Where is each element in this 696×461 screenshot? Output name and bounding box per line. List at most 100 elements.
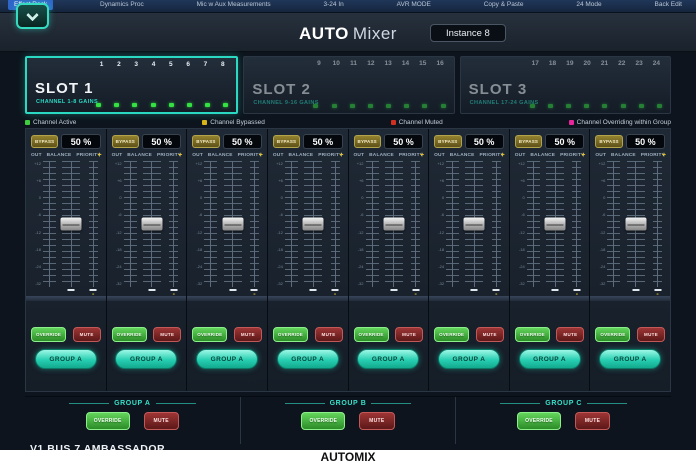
override-button[interactable]: OVERRIDE	[515, 327, 550, 342]
mute-button[interactable]: MUTE	[395, 327, 423, 342]
override-button[interactable]: OVERRIDE	[354, 327, 389, 342]
priority-fader[interactable]: + -	[248, 161, 261, 287]
fader-handle[interactable]	[61, 218, 82, 231]
scale-label: -6	[274, 213, 283, 217]
slot-panel[interactable]: SLOT 2 CHANNEL 9-16 GAINS 91011121314151…	[243, 56, 454, 114]
fader-handle[interactable]	[545, 218, 566, 231]
mute-button[interactable]: MUTE	[315, 327, 343, 342]
group-override-button[interactable]: OVERRIDE	[301, 412, 345, 430]
meter-scale: +12+60-6-12-18-24-32	[193, 161, 202, 287]
balance-fader[interactable]	[223, 161, 243, 287]
mute-button[interactable]: MUTE	[234, 327, 262, 342]
priority-minus: -	[253, 291, 255, 298]
balance-fader[interactable]	[626, 161, 646, 287]
scale-label: 0	[274, 196, 283, 200]
override-button[interactable]: OVERRIDE	[434, 327, 469, 342]
balance-fader[interactable]	[545, 161, 565, 287]
top-menu-item[interactable]: AVR MODE	[391, 0, 437, 10]
bypass-button[interactable]: BYPASS	[112, 135, 139, 148]
scale-label: -12	[516, 231, 525, 235]
balance-fader[interactable]	[142, 161, 162, 287]
top-menu-item[interactable]: Dynamics Proc	[94, 0, 150, 10]
override-button[interactable]: OVERRIDE	[273, 327, 308, 342]
override-button[interactable]: OVERRIDE	[595, 327, 630, 342]
scale-label: +6	[193, 179, 202, 183]
footer-left-text: V1 BUS 7 AMBASSADOR	[30, 443, 165, 450]
group-assign-button[interactable]: GROUP A	[196, 349, 258, 369]
balance-fader[interactable]	[384, 161, 404, 287]
mute-button[interactable]: MUTE	[637, 327, 665, 342]
fader-handle[interactable]	[141, 218, 162, 231]
group-mute-button[interactable]: MUTE	[144, 412, 179, 430]
group-section: GROUP B OVERRIDE MUTE	[240, 397, 456, 444]
collapse-button[interactable]	[16, 3, 49, 29]
priority-fader[interactable]: + -	[409, 161, 422, 287]
mute-button[interactable]: MUTE	[153, 327, 181, 342]
override-button[interactable]: OVERRIDE	[31, 327, 66, 342]
fader-handle[interactable]	[222, 218, 243, 231]
override-button[interactable]: OVERRIDE	[112, 327, 147, 342]
fader-handle[interactable]	[303, 218, 324, 231]
override-button[interactable]: OVERRIDE	[192, 327, 227, 342]
group-mute-button[interactable]: MUTE	[575, 412, 610, 430]
group-header: GROUP A	[25, 400, 240, 407]
group-assign-button[interactable]: GROUP A	[519, 349, 581, 369]
column-labels: OUT BALANCE PRIORITY	[515, 153, 585, 158]
priority-fader[interactable]: + -	[570, 161, 583, 287]
bypass-button[interactable]: BYPASS	[273, 135, 300, 148]
out-label: OUT	[31, 153, 42, 158]
balance-fader[interactable]	[303, 161, 323, 287]
group-assign-button[interactable]: GROUP A	[357, 349, 419, 369]
column-labels: OUT BALANCE PRIORITY	[273, 153, 343, 158]
balance-fader[interactable]	[464, 161, 484, 287]
slot-panel[interactable]: SLOT 3 CHANNEL 17-24 GAINS 1718192021222…	[460, 56, 671, 114]
channel-active-led	[350, 104, 355, 108]
group-assign-button[interactable]: GROUP A	[115, 349, 177, 369]
channel-active-led	[169, 103, 174, 107]
fader-handle[interactable]	[464, 218, 485, 231]
mute-button[interactable]: MUTE	[476, 327, 504, 342]
priority-fader[interactable]: + -	[329, 161, 342, 287]
channel-number: 12	[365, 60, 376, 67]
mute-button[interactable]: MUTE	[73, 327, 101, 342]
instance-button[interactable]: Instance 8	[430, 24, 506, 42]
priority-fader[interactable]: + -	[651, 161, 664, 287]
group-name: GROUP C	[545, 400, 582, 407]
top-menu-item[interactable]: 24 Mode	[570, 0, 607, 10]
mute-button[interactable]: MUTE	[556, 327, 584, 342]
group-override-button[interactable]: OVERRIDE	[517, 412, 561, 430]
bypass-button[interactable]: BYPASS	[354, 135, 381, 148]
channel-strip: BYPASS 50 % OUT BALANCE PRIORITY +12+60-…	[349, 129, 429, 391]
slot-panel[interactable]: SLOT 1 CHANNEL 1-8 GAINS 12345678	[25, 56, 238, 114]
balance-label: BALANCE	[127, 153, 152, 158]
fader-handle[interactable]	[383, 218, 404, 231]
priority-fader[interactable]: + -	[490, 161, 503, 287]
group-mute-button[interactable]: MUTE	[359, 412, 394, 430]
meter-track	[366, 161, 379, 287]
scale-label: -18	[113, 248, 122, 252]
top-menu-item[interactable]: Back Edit	[649, 0, 688, 10]
priority-plus: +	[501, 152, 505, 159]
strip-header: BYPASS 50 %	[31, 133, 101, 150]
bypass-button[interactable]: BYPASS	[192, 135, 219, 148]
bypass-button[interactable]: BYPASS	[434, 135, 461, 148]
group-assign-button[interactable]: GROUP A	[599, 349, 661, 369]
top-menu-item[interactable]: Mic w Aux Measurements	[191, 0, 277, 10]
fader-handle[interactable]	[625, 218, 646, 231]
priority-fader[interactable]: + -	[87, 161, 100, 287]
scale-label: +12	[435, 162, 444, 166]
group-assign-button[interactable]: GROUP A	[438, 349, 500, 369]
group-override-button[interactable]: OVERRIDE	[86, 412, 130, 430]
top-menu-item[interactable]: Copy & Paste	[478, 0, 530, 10]
group-assign-button[interactable]: GROUP A	[277, 349, 339, 369]
fader-area: +12+60-6-12-18-24-32 + -	[434, 161, 504, 287]
bypass-button[interactable]: BYPASS	[31, 135, 58, 148]
group-assign-button[interactable]: GROUP A	[35, 349, 97, 369]
scale-label: -32	[596, 282, 605, 286]
balance-fader[interactable]	[61, 161, 81, 287]
channel-active-led	[422, 104, 427, 108]
priority-fader[interactable]: + -	[167, 161, 180, 287]
bypass-button[interactable]: BYPASS	[515, 135, 542, 148]
top-menu-item[interactable]: 3-24 In	[318, 0, 350, 10]
bypass-button[interactable]: BYPASS	[595, 135, 622, 148]
